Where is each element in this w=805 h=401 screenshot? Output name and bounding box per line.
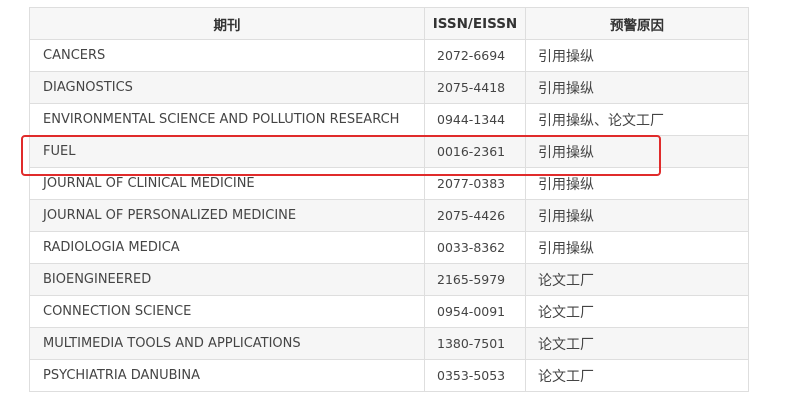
- journal-name-cell: RADIOLOGIA MEDICA: [29, 231, 425, 264]
- reason-cell: 引用操纵: [525, 135, 749, 168]
- issn-cell: 0353-5053: [424, 359, 526, 392]
- journal-name-cell: DIAGNOSTICS: [29, 71, 425, 104]
- header-reason: 预警原因: [525, 7, 749, 40]
- issn-cell: 2075-4418: [424, 71, 526, 104]
- journal-name-cell: BIOENGINEERED: [29, 263, 425, 296]
- table-row: CANCERS 2072-6694 引用操纵: [29, 39, 749, 72]
- table-row: RADIOLOGIA MEDICA 0033-8362 引用操纵: [29, 231, 749, 264]
- journal-warning-table-container: 期刊 ISSN/EISSN 预警原因 CANCERS 2072-6694 引用操…: [29, 7, 749, 392]
- journal-name-cell: PSYCHIATRIA DANUBINA: [29, 359, 425, 392]
- issn-cell: 2075-4426: [424, 199, 526, 232]
- reason-cell: 引用操纵: [525, 199, 749, 232]
- issn-cell: 1380-7501: [424, 327, 526, 360]
- issn-cell: 0954-0091: [424, 295, 526, 328]
- table-row: MULTIMEDIA TOOLS AND APPLICATIONS 1380-7…: [29, 327, 749, 360]
- journal-name-cell: JOURNAL OF PERSONALIZED MEDICINE: [29, 199, 425, 232]
- journal-warning-table: 期刊 ISSN/EISSN 预警原因 CANCERS 2072-6694 引用操…: [29, 7, 749, 392]
- journal-name-cell: CONNECTION SCIENCE: [29, 295, 425, 328]
- issn-cell: 2077-0383: [424, 167, 526, 200]
- issn-cell: 0944-1344: [424, 103, 526, 136]
- reason-cell: 引用操纵: [525, 167, 749, 200]
- issn-cell: 2165-5979: [424, 263, 526, 296]
- table-row: CONNECTION SCIENCE 0954-0091 论文工厂: [29, 295, 749, 328]
- reason-cell: 引用操纵: [525, 231, 749, 264]
- table-row-highlighted: FUEL 0016-2361 引用操纵: [29, 135, 749, 168]
- issn-cell: 2072-6694: [424, 39, 526, 72]
- journal-name-cell: FUEL: [29, 135, 425, 168]
- reason-cell: 论文工厂: [525, 327, 749, 360]
- journal-name-cell: CANCERS: [29, 39, 425, 72]
- issn-cell: 0033-8362: [424, 231, 526, 264]
- table-row: JOURNAL OF CLINICAL MEDICINE 2077-0383 引…: [29, 167, 749, 200]
- table-row: DIAGNOSTICS 2075-4418 引用操纵: [29, 71, 749, 104]
- reason-cell: 引用操纵: [525, 71, 749, 104]
- table-row: BIOENGINEERED 2165-5979 论文工厂: [29, 263, 749, 296]
- issn-cell: 0016-2361: [424, 135, 526, 168]
- journal-name-cell: ENVIRONMENTAL SCIENCE AND POLLUTION RESE…: [29, 103, 425, 136]
- reason-cell: 论文工厂: [525, 295, 749, 328]
- header-journal: 期刊: [29, 7, 425, 40]
- reason-cell: 引用操纵: [525, 39, 749, 72]
- reason-cell: 论文工厂: [525, 263, 749, 296]
- table-header-row: 期刊 ISSN/EISSN 预警原因: [29, 7, 749, 40]
- journal-name-cell: MULTIMEDIA TOOLS AND APPLICATIONS: [29, 327, 425, 360]
- table-row: ENVIRONMENTAL SCIENCE AND POLLUTION RESE…: [29, 103, 749, 136]
- table-row: PSYCHIATRIA DANUBINA 0353-5053 论文工厂: [29, 359, 749, 392]
- table-row: JOURNAL OF PERSONALIZED MEDICINE 2075-44…: [29, 199, 749, 232]
- journal-name-cell: JOURNAL OF CLINICAL MEDICINE: [29, 167, 425, 200]
- reason-cell: 引用操纵、论文工厂: [525, 103, 749, 136]
- reason-cell: 论文工厂: [525, 359, 749, 392]
- header-issn: ISSN/EISSN: [424, 7, 526, 40]
